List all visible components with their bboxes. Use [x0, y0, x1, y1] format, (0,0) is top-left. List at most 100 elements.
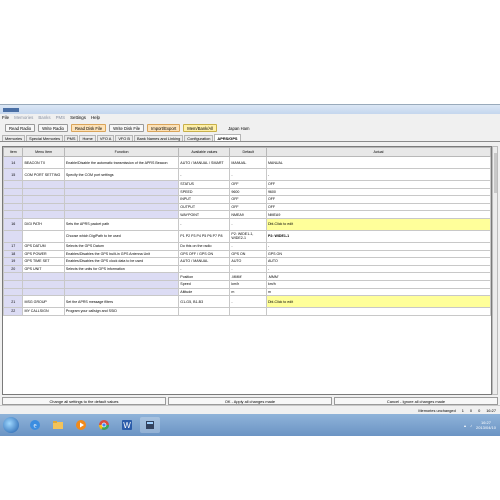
- radio-app-icon[interactable]: [140, 417, 160, 433]
- table-row[interactable]: 15 COM PORT SETTING Specify the COM port s…: [3, 168, 491, 181]
- actual-cell[interactable]: [265, 307, 491, 316]
- actual-cell[interactable]: 9600: [265, 187, 491, 197]
- media-player-icon[interactable]: [71, 417, 91, 433]
- actual-cell[interactable]: P2: WIDE1-1: [265, 229, 491, 243]
- table-row[interactable]: 21 MSG GROUP Set the APRS message filters G…: [3, 295, 491, 309]
- tab-bank-names[interactable]: Bank Names and Linking: [134, 135, 184, 141]
- available-values-cell: OUTPUT: [178, 202, 231, 212]
- actual-cell[interactable]: NMEA9: [265, 210, 491, 219]
- tab-vfo-a[interactable]: VFO A: [96, 135, 115, 141]
- table-row[interactable]: Position .MMM' .MMM': [3, 272, 491, 281]
- import-export-button[interactable]: Import/Export: [147, 124, 181, 132]
- status-bar: Memories unchanged 1 0 0 16:27: [0, 405, 500, 414]
- column-header[interactable]: Function: [63, 147, 180, 157]
- taskbar-clock[interactable]: 16:27 2013/04/10: [476, 420, 496, 430]
- table-row[interactable]: INPUT OFF OFF: [3, 195, 491, 204]
- volume-icon[interactable]: ♪: [470, 423, 472, 428]
- actual-cell[interactable]: -: [265, 264, 491, 274]
- table-row[interactable]: 16 DIGI PATH Sets the APRS packet path - - Db…: [3, 217, 491, 231]
- actual-cell[interactable]: OFF: [265, 180, 491, 189]
- file-explorer-icon[interactable]: [48, 417, 68, 433]
- ok-button[interactable]: OK - Apply all changes made: [168, 397, 332, 405]
- function-cell: [63, 210, 180, 219]
- table-row[interactable]: 17 GPS DATUM Selects the GPS Datum Do this …: [3, 241, 491, 251]
- menu-item-cell: GPS POWER: [22, 249, 65, 259]
- table-row[interactable]: Altitude m m: [3, 287, 491, 297]
- default-cell: -: [229, 168, 267, 181]
- tab-aprs-gps[interactable]: APRS/GPS: [214, 134, 241, 141]
- table-row[interactable]: Choose which DigiPath to be used P1 P2 P3…: [3, 229, 491, 243]
- column-header[interactable]: Available values: [178, 147, 231, 157]
- item-cell: 22: [3, 307, 24, 316]
- function-cell: [63, 272, 180, 281]
- menu-settings[interactable]: Settings: [70, 115, 86, 120]
- actual-cell[interactable]: AUTO: [265, 257, 491, 266]
- read-disk-file-button[interactable]: Read Disk File: [70, 124, 107, 132]
- tab-memories[interactable]: Memories: [2, 135, 26, 141]
- function-cell: Set the APRS message filters: [63, 295, 180, 309]
- column-header[interactable]: Menu Item: [22, 147, 65, 157]
- write-disk-file-button[interactable]: Write Disk File: [109, 124, 145, 132]
- column-header[interactable]: Actual: [265, 147, 491, 157]
- menu-item-cell: MSG GROUP: [22, 295, 65, 309]
- function-cell: Selects the units for GPS information: [63, 264, 180, 274]
- actual-cell[interactable]: km/h: [265, 279, 491, 289]
- actual-cell[interactable]: MANUAL: [265, 156, 491, 169]
- table-row[interactable]: 22 MY CALLSIGN Program your callsign and S…: [3, 307, 491, 316]
- read-radio-button[interactable]: Read Radio: [5, 124, 36, 132]
- cancel-button[interactable]: Cancel - Ignore all changes made: [334, 397, 498, 405]
- available-values-cell: -: [178, 217, 231, 231]
- table-row[interactable]: Speed km/h km/h: [3, 279, 491, 289]
- table-row[interactable]: OUTPUT OFF OFF: [3, 202, 491, 212]
- actual-cell[interactable]: -: [265, 168, 491, 181]
- menu-pms[interactable]: PMS: [56, 115, 66, 120]
- menu-memories[interactable]: Memories: [14, 115, 33, 120]
- internet-explorer-icon[interactable]: e: [25, 417, 45, 433]
- table-row[interactable]: 18 GPS POWER Enables/Disables the GPS buil…: [3, 249, 491, 259]
- default-cell: OFF: [229, 195, 267, 204]
- menu-item-cell: GPS TIME SET: [22, 257, 65, 266]
- table-row[interactable]: STATUS OFF OFF: [3, 180, 491, 189]
- available-values-cell: -: [178, 264, 231, 274]
- actual-cell[interactable]: Dbl-Click to edit: [265, 217, 491, 231]
- table-row[interactable]: 19 GPS TIME SET Enables/Disables the GPS c…: [3, 257, 491, 266]
- screen-background-bottom: [0, 436, 500, 500]
- table-row[interactable]: 20 GPS UNIT Selects the units for GPS info…: [3, 264, 491, 274]
- actual-cell[interactable]: OFF: [265, 202, 491, 212]
- tab-home[interactable]: Home: [79, 135, 96, 141]
- actual-cell[interactable]: OFF: [265, 195, 491, 204]
- toolbar: Read Radio Write Radio Read Disk File Wr…: [0, 121, 500, 135]
- actual-cell[interactable]: Dbl-Click to edit: [265, 295, 491, 309]
- menu-help[interactable]: Help: [91, 115, 100, 120]
- column-header[interactable]: Default: [229, 147, 267, 157]
- actual-cell[interactable]: -: [265, 241, 491, 251]
- tab-vfo-b[interactable]: VFO B: [115, 135, 133, 141]
- scrollbar-thumb[interactable]: [494, 153, 497, 193]
- tab-configuration[interactable]: Configuration: [184, 135, 214, 141]
- actual-cell[interactable]: GPS ON: [265, 249, 491, 259]
- tab-pms[interactable]: PMS: [64, 135, 79, 141]
- table-row[interactable]: WAYPOINT NMEA9 NMEA9: [3, 210, 491, 219]
- menu-file[interactable]: File: [2, 115, 9, 120]
- tab-special-memories[interactable]: Special Memories: [26, 135, 64, 141]
- network-icon[interactable]: ▴: [464, 423, 466, 428]
- function-cell: [63, 287, 180, 297]
- function-cell: Sets the APRS packet path: [63, 217, 180, 231]
- table-row[interactable]: SPEED 9600 9600: [3, 187, 491, 197]
- column-header[interactable]: Item: [3, 147, 24, 157]
- item-cell: 15: [3, 168, 24, 181]
- reset-defaults-button[interactable]: Change all settings to the default value…: [2, 397, 166, 405]
- table-row[interactable]: 14 BEACON TX Enable/Disable the automatic …: [3, 156, 491, 169]
- mem-bank-all-button[interactable]: Mem/Bank/All: [183, 124, 218, 132]
- menu-banks[interactable]: Banks: [38, 115, 50, 120]
- function-cell: Enables/Disables the GPS clock data to b…: [63, 257, 180, 266]
- tab-strip: Memories Special Memories PMS Home VFO A…: [0, 134, 500, 142]
- actual-cell[interactable]: m: [265, 287, 491, 297]
- start-button-icon[interactable]: [3, 417, 19, 433]
- chrome-icon[interactable]: [94, 417, 114, 433]
- actual-cell[interactable]: .MMM': [265, 272, 491, 281]
- vertical-scrollbar[interactable]: [492, 146, 498, 395]
- menu-item-cell: [22, 229, 65, 243]
- word-icon[interactable]: W: [117, 417, 137, 433]
- write-radio-button[interactable]: Write Radio: [38, 124, 68, 132]
